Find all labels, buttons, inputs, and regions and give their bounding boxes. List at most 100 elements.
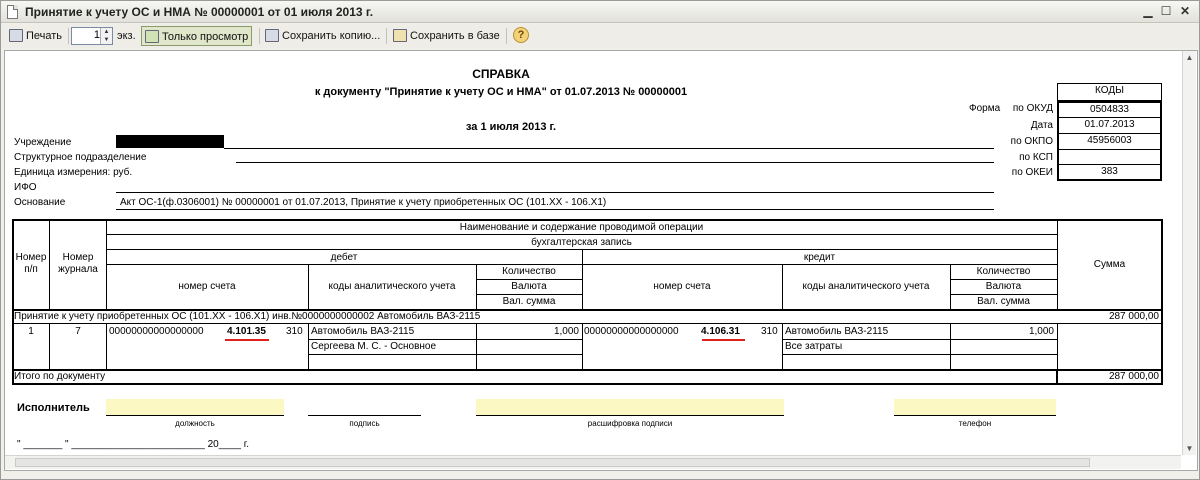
help-button[interactable]: ? bbox=[513, 27, 529, 43]
operation-sum: 287 000,00 bbox=[1108, 311, 1159, 322]
view-only-icon bbox=[145, 30, 159, 43]
credit-qty-header: Количество bbox=[976, 266, 1031, 277]
save-db-label: Сохранить в базе bbox=[410, 30, 500, 42]
basis-value: Акт ОС-1(ф.0306001) № 00000001 от 01.07.… bbox=[120, 197, 607, 208]
unit-label: Единица измерения: руб. bbox=[14, 167, 133, 178]
basis-label: Основание bbox=[14, 197, 66, 208]
credit-currency-header: Валюта bbox=[985, 281, 1022, 292]
print-button[interactable]: Печать bbox=[9, 26, 62, 46]
table-border bbox=[1161, 219, 1163, 385]
copies-suffix: экз. bbox=[117, 30, 136, 42]
credit-cursum-header: Вал. сумма bbox=[977, 296, 1030, 307]
view-only-label: Только просмотр bbox=[162, 31, 249, 43]
document-icon bbox=[7, 5, 18, 19]
debit-account-prefix: 00000000000000000 bbox=[109, 326, 204, 337]
printer-icon bbox=[9, 29, 23, 42]
okpo-value: 45956003 bbox=[1057, 134, 1162, 150]
credit-account-underline bbox=[702, 339, 745, 341]
horizontal-scrollbar[interactable] bbox=[5, 455, 1181, 469]
redacted-institution bbox=[116, 135, 224, 148]
col-sum-header: Сумма bbox=[1093, 259, 1126, 270]
debit-analytic-1: Автомобиль ВАЗ-2115 bbox=[311, 326, 415, 337]
credit-analytic-header: коды аналитического учета bbox=[802, 281, 930, 292]
signature-line bbox=[476, 415, 784, 416]
operation-title: Принятие к учету приобретенных ОС (101.Х… bbox=[14, 311, 481, 322]
grid-line bbox=[782, 324, 783, 369]
grid-line bbox=[106, 324, 107, 369]
debit-currency-header: Валюта bbox=[511, 281, 547, 292]
scroll-down-icon[interactable]: ▼ bbox=[1185, 444, 1194, 453]
okei-value: 383 bbox=[1057, 165, 1162, 181]
save-copy-button[interactable]: Сохранить копию... bbox=[265, 26, 380, 46]
save-db-button[interactable]: Сохранить в базе bbox=[393, 26, 500, 46]
date-signature-line: " _______ " ________________________ 20_… bbox=[17, 439, 249, 450]
okpo-label: по ОКПО bbox=[1010, 136, 1053, 147]
toolbar-separator bbox=[68, 28, 69, 44]
grid-line bbox=[950, 294, 1057, 295]
copies-value: 1 bbox=[93, 29, 100, 41]
ifo-label: ИФО bbox=[14, 182, 37, 193]
department-label: Структурное подразделение bbox=[14, 152, 147, 163]
col-credit-header: кредит bbox=[803, 252, 836, 263]
okei-label: по ОКЕИ bbox=[1011, 167, 1053, 178]
debit-qty-header: Количество bbox=[502, 266, 556, 277]
department-line bbox=[236, 162, 994, 163]
maximize-icon[interactable]: ☐ bbox=[1159, 5, 1173, 19]
debit-analytic-2: Сергеева М. С. - Основное bbox=[311, 341, 437, 352]
debit-account: 4.101.35 bbox=[227, 326, 266, 337]
scroll-thumb[interactable] bbox=[15, 458, 1090, 467]
grid-line bbox=[12, 369, 1163, 371]
table-border bbox=[12, 219, 1163, 221]
col-journal-header: Номер журнала bbox=[58, 252, 98, 275]
grid-line bbox=[308, 354, 582, 355]
row-journal: 7 bbox=[75, 326, 81, 337]
grid-line bbox=[476, 294, 582, 295]
floppy-icon bbox=[265, 29, 279, 42]
debit-account-header: номер счета bbox=[178, 281, 236, 292]
grid-line bbox=[950, 279, 1057, 280]
signature-line bbox=[894, 415, 1056, 416]
total-label: Итого по документу bbox=[14, 371, 106, 382]
grid-line bbox=[308, 324, 309, 369]
window-title: Принятие к учету ОС и НМА № 00000001 от … bbox=[25, 5, 374, 19]
grid-line bbox=[308, 339, 582, 340]
vertical-scrollbar[interactable]: ▲ ▼ bbox=[1182, 51, 1196, 455]
table-border bbox=[12, 383, 1163, 385]
toolbar-separator bbox=[386, 28, 387, 44]
view-only-toggle[interactable]: Только просмотр bbox=[141, 26, 253, 46]
toolbar: Печать 1 ▲ ▼ экз. Только просмотр Сохранит… bbox=[1, 24, 1199, 48]
credit-analytic-2: Все затраты bbox=[785, 341, 843, 352]
minimize-icon[interactable]: ▁ bbox=[1141, 5, 1155, 19]
debit-cursum-header: Вал. сумма bbox=[502, 296, 556, 307]
okud-label: по ОКУД bbox=[1012, 103, 1053, 114]
institution-label: Учреждение bbox=[14, 137, 72, 148]
report-subtitle: к документу "Принятие к учету ОС и НМА" … bbox=[314, 86, 688, 98]
grid-line bbox=[106, 221, 107, 309]
phone-caption: телефон bbox=[958, 419, 992, 428]
toolbar-separator bbox=[259, 28, 260, 44]
debit-code: 310 bbox=[286, 326, 303, 337]
save-db-icon bbox=[393, 29, 407, 42]
row-num: 1 bbox=[28, 326, 34, 337]
ksp-value bbox=[1057, 150, 1162, 165]
table-border bbox=[12, 219, 14, 385]
copies-stepper[interactable]: 1 ▲ ▼ bbox=[71, 27, 113, 45]
decode-field[interactable] bbox=[476, 399, 784, 415]
date-value: 01.07.2013 bbox=[1057, 118, 1162, 134]
credit-account: 4.106.31 bbox=[701, 326, 740, 337]
scroll-up-icon[interactable]: ▲ bbox=[1185, 53, 1194, 62]
executor-label: Исполнитель bbox=[17, 402, 90, 414]
report-period: за 1 июля 2013 г. bbox=[465, 121, 557, 133]
position-field[interactable] bbox=[106, 399, 284, 415]
col-num-header: Номер п/п bbox=[15, 252, 47, 275]
signature-line bbox=[308, 415, 421, 416]
ksp-label: по КСП bbox=[1019, 152, 1053, 163]
grid-line bbox=[106, 234, 1057, 235]
decode-caption: расшифровка подписи bbox=[587, 419, 673, 428]
close-icon[interactable]: ✕ bbox=[1178, 5, 1192, 19]
phone-field[interactable] bbox=[894, 399, 1056, 415]
grid-line bbox=[1057, 324, 1058, 369]
grid-line bbox=[782, 339, 1057, 340]
stepper-arrows-icon[interactable]: ▲ ▼ bbox=[100, 28, 112, 44]
signature-line bbox=[106, 415, 284, 416]
